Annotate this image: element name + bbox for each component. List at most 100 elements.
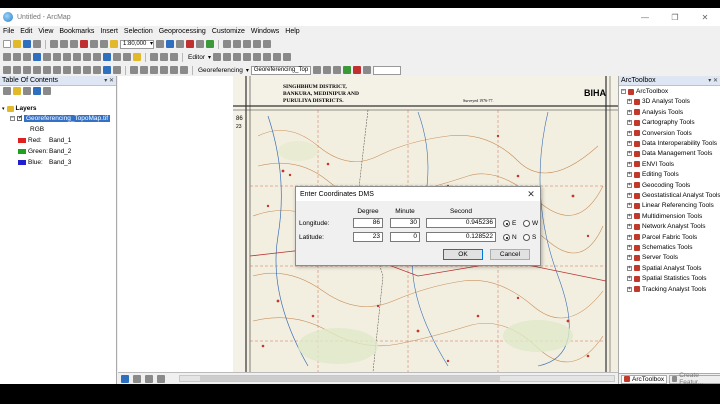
data-view-icon[interactable] [121,374,129,383]
georeferencing-layer-select[interactable]: Georeferencing_Top [250,65,312,75]
expand-icon[interactable]: + [627,255,632,261]
arctoolbox-icon[interactable] [186,40,194,48]
list-by-drawing-order-icon[interactable] [3,87,11,95]
expand-icon[interactable]: + [627,172,632,178]
latitude-degree-field[interactable]: 23 [353,232,383,242]
attributes-icon[interactable] [273,53,281,61]
zoom-whole-page-icon[interactable] [33,66,41,74]
map-horizontal-scrollbar[interactable] [179,375,615,382]
toolbox-item[interactable]: + ENVI Tools [627,161,674,168]
menu-view[interactable]: View [35,26,56,37]
toolbox-item[interactable]: + Spatial Analyst Tools [627,265,702,272]
select-features-icon[interactable] [83,53,91,61]
toolbox-item[interactable]: + Geocoding Tools [627,182,690,189]
menu-geoprocessing[interactable]: Geoprocessing [156,26,209,37]
expand-icon[interactable]: + [627,265,632,271]
expand-icon[interactable]: + [627,245,632,250]
layout-view-icon[interactable] [133,374,141,383]
minimize-icon[interactable]: — [630,8,660,26]
model-builder-icon[interactable] [206,40,214,48]
toolbox-root[interactable]: − ArcToolbox [621,88,668,95]
toolbox-item[interactable]: + Data Interoperability Tools [627,140,717,147]
hyperlink-icon[interactable] [133,53,141,61]
back-extent-icon[interactable] [63,53,71,61]
results-icon[interactable] [160,66,168,74]
view-link-table-icon[interactable] [353,66,362,74]
toggle-draft-icon[interactable] [83,66,91,74]
georeferencing-extra-field[interactable] [373,65,402,75]
radio-south-dot[interactable] [523,234,530,241]
georeferencing-menu[interactable]: Georeferencing [197,67,244,74]
change-layout-icon[interactable] [103,66,111,74]
close-window-icon[interactable]: ✕ [690,8,720,26]
expand-icon[interactable]: + [627,141,632,146]
split-icon[interactable] [253,53,261,61]
expand-icon[interactable]: + [627,182,632,188]
close-panel-icon[interactable]: ▾ ✕ [708,77,720,84]
tab-arctoolbox[interactable]: ArcToolbox [621,374,668,384]
expand-icon[interactable]: + [627,109,632,115]
table-icon[interactable] [130,66,138,74]
graph-icon[interactable] [140,66,148,74]
menu-insert[interactable]: Insert [97,26,121,37]
select-elements-icon[interactable] [93,53,101,61]
radio-east-dot[interactable] [503,220,510,227]
cut-icon[interactable] [50,40,58,48]
menu-edit[interactable]: Edit [17,26,35,37]
new-document-icon[interactable] [3,40,11,48]
paste-icon[interactable] [70,40,78,48]
pause-drawing-icon[interactable] [157,374,165,383]
latitude-second-field[interactable]: 0.128522 [426,232,496,242]
toolbox-item[interactable]: + Editing Tools [627,171,679,178]
expand-icon[interactable]: + [627,203,632,209]
viewer-icon[interactable] [363,66,372,74]
collapse-icon[interactable]: − [10,116,15,121]
focus-data-frame-icon[interactable] [93,66,101,74]
expand-icon[interactable]: + [627,120,632,126]
shift-raster-icon[interactable] [323,66,332,74]
tab-create-features[interactable]: Create Featur... [669,372,720,384]
delete-icon[interactable] [80,40,88,48]
measure-icon[interactable] [123,53,131,61]
forward-extent-icon[interactable] [73,53,81,61]
zoom-in-icon[interactable] [3,53,11,61]
pan-icon[interactable] [23,53,31,61]
radio-west-dot[interactable] [523,220,530,227]
layer-visibility-checkbox[interactable]: ✓ [17,115,23,121]
edit-annotation-icon[interactable] [223,53,231,61]
list-by-selection-icon[interactable] [33,87,41,95]
toolbox-item[interactable]: + Data Management Tools [627,150,712,157]
table-of-contents-icon[interactable] [166,40,174,48]
go-to-xy-icon[interactable] [150,53,158,61]
expand-icon[interactable]: + [627,286,632,292]
font-tool-icon[interactable] [243,40,251,48]
toolbox-item[interactable]: + Server Tools [627,254,678,261]
menu-bookmarks[interactable]: Bookmarks [56,26,97,37]
longitude-minute-field[interactable]: 30 [390,218,420,228]
toolbox-item[interactable]: + Cartography Tools [627,119,695,126]
add-data-icon[interactable] [110,40,118,48]
list-by-visibility-icon[interactable] [23,87,31,95]
zoom-100-icon[interactable] [43,66,51,74]
toolbox-item[interactable]: +3D Analyst Tools [627,98,690,105]
expand-icon[interactable]: + [627,161,632,167]
close-panel-icon[interactable]: ▾ ✕ [104,77,116,84]
expand-icon[interactable]: + [627,193,632,198]
toolbox-item[interactable]: + Spatial Statistics Tools [627,275,707,282]
python-icon[interactable] [196,40,204,48]
menu-selection[interactable]: Selection [121,26,156,37]
fixed-zoom-in-icon[interactable] [43,53,51,61]
catalog-icon[interactable] [176,40,184,48]
add-control-points-icon[interactable] [343,66,352,74]
rotate-icon[interactable] [263,53,271,61]
list-by-source-icon[interactable] [13,87,21,95]
toolbox-item[interactable]: + Tracking Analyst Tools [627,286,706,293]
menu-help[interactable]: Help [282,26,302,37]
line-color-icon[interactable] [263,40,271,48]
longitude-second-field[interactable]: 0.945236 [426,218,496,228]
layout-forward-icon[interactable] [63,66,71,74]
toc-layer-item[interactable]: − ✓ Georeferencing_TopoMap.tif [10,115,111,122]
layout-pan-icon[interactable] [23,66,31,74]
copy-icon[interactable] [60,40,68,48]
layer-properties-icon[interactable] [170,66,178,74]
